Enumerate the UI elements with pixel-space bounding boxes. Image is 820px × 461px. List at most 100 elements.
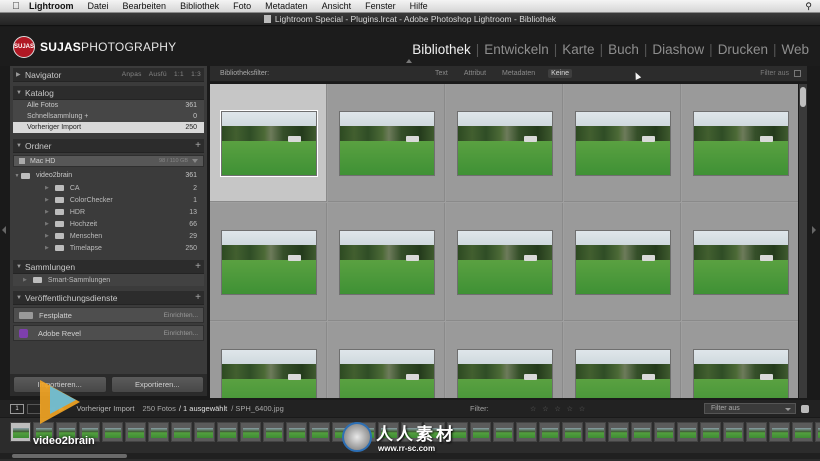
- menu-metadaten[interactable]: Metadaten: [258, 1, 315, 11]
- menu-foto[interactable]: Foto: [226, 1, 258, 11]
- filmstrip-scroll-thumb[interactable]: [12, 454, 127, 458]
- filmstrip-frame[interactable]: [516, 422, 537, 442]
- setup-button[interactable]: Einrichten...: [164, 330, 198, 337]
- grid-cell[interactable]: [446, 203, 563, 321]
- spotlight-icon[interactable]: ⚲: [805, 1, 812, 12]
- volume-mac-hd[interactable]: Mac HD 98 / 110 GB: [13, 155, 204, 167]
- photo-thumbnail[interactable]: [693, 349, 789, 398]
- photo-thumbnail[interactable]: [457, 111, 553, 176]
- catalog-row-quick[interactable]: Schnellsammlung + 0: [13, 111, 204, 122]
- photo-thumbnail[interactable]: [693, 111, 789, 176]
- service-adobe-revel[interactable]: Adobe Revel Einrichten...: [13, 325, 204, 341]
- module-entwickeln[interactable]: Entwickeln: [479, 42, 554, 57]
- filmstrip-frame[interactable]: [217, 422, 238, 442]
- filmstrip-frame[interactable]: [562, 422, 583, 442]
- folder-item[interactable]: ▶ ColorChecker 1: [13, 194, 204, 206]
- filmstrip-frame[interactable]: [102, 422, 123, 442]
- module-drucken[interactable]: Drucken: [713, 42, 773, 57]
- photo-thumbnail[interactable]: [575, 111, 671, 176]
- smart-collections-item[interactable]: ▶ Smart-Sammlungen: [13, 274, 204, 286]
- rating-filter-stars[interactable]: ☆ ☆ ☆ ☆ ☆: [530, 405, 587, 413]
- add-collection-icon[interactable]: +: [195, 261, 201, 272]
- folder-item[interactable]: ▶ CA 2: [13, 182, 204, 194]
- module-diashow[interactable]: Diashow: [647, 42, 709, 57]
- grid-cell[interactable]: [564, 84, 681, 202]
- photo-thumbnail[interactable]: [220, 110, 318, 177]
- setup-button[interactable]: Einrichten...: [164, 312, 198, 319]
- filmstrip-frame[interactable]: [539, 422, 560, 442]
- add-folder-icon[interactable]: +: [195, 140, 201, 151]
- catalog-header[interactable]: ▼ Katalog: [13, 86, 204, 100]
- menu-app[interactable]: Lightroom: [22, 1, 81, 11]
- folder-item[interactable]: ▶ Hochzeit 66: [13, 218, 204, 230]
- grid-cell[interactable]: [328, 322, 445, 398]
- photo-thumbnail[interactable]: [221, 349, 317, 398]
- catalog-row-previous-import[interactable]: Vorheriger Import 250: [13, 122, 204, 133]
- scrollbar-thumb[interactable]: [800, 87, 806, 107]
- filter-tab-attribute[interactable]: Attribut: [461, 69, 489, 78]
- grid-cell[interactable]: [564, 322, 681, 398]
- filmstrip-frame[interactable]: [815, 422, 820, 442]
- grid-cell[interactable]: [210, 322, 327, 398]
- service-hard-drive[interactable]: Festplatte Einrichten...: [13, 307, 204, 323]
- filmstrip-frame[interactable]: [286, 422, 307, 442]
- filmstrip-frame[interactable]: [608, 422, 629, 442]
- selected-filename[interactable]: / SPH_6400.jpg: [231, 404, 284, 413]
- filter-tab-none[interactable]: Keine: [548, 69, 573, 78]
- filmstrip-frame[interactable]: [194, 422, 215, 442]
- filmstrip-frame[interactable]: [240, 422, 261, 442]
- photo-thumbnail[interactable]: [339, 349, 435, 398]
- filmstrip-frame[interactable]: [792, 422, 813, 442]
- module-buch[interactable]: Buch: [603, 42, 644, 57]
- filmstrip-frame[interactable]: [148, 422, 169, 442]
- filmstrip-frame[interactable]: [125, 422, 146, 442]
- photo-thumbnail[interactable]: [457, 349, 553, 398]
- apple-icon[interactable]: : [10, 1, 22, 12]
- menu-bibliothek[interactable]: Bibliothek: [173, 1, 226, 11]
- filmstrip-frame[interactable]: [677, 422, 698, 442]
- publish-header[interactable]: ▼ Veröffentlichungsdienste +: [13, 291, 204, 305]
- filmstrip-frame[interactable]: [769, 422, 790, 442]
- filmstrip-frame[interactable]: [723, 422, 744, 442]
- grid-cell[interactable]: [682, 203, 798, 321]
- grid-cell[interactable]: [328, 84, 445, 202]
- catalog-row-all[interactable]: Alle Fotos 361: [13, 100, 204, 111]
- filmstrip-frame[interactable]: [263, 422, 284, 442]
- menu-bearbeiten[interactable]: Bearbeiten: [116, 1, 174, 11]
- top-panel-toggle-icon[interactable]: [406, 59, 412, 63]
- grid-cell[interactable]: [446, 84, 563, 202]
- photo-thumbnail[interactable]: [457, 230, 553, 295]
- filmstrip-frame[interactable]: [746, 422, 767, 442]
- folders-header[interactable]: ▼ Ordner +: [13, 139, 204, 153]
- grid-cell[interactable]: [564, 203, 681, 321]
- module-karte[interactable]: Karte: [557, 42, 599, 57]
- zoom-1-1[interactable]: 1:1: [174, 71, 184, 78]
- export-button[interactable]: Exportieren...: [110, 376, 204, 393]
- lock-icon[interactable]: [794, 70, 801, 77]
- grid-cell[interactable]: [446, 322, 563, 398]
- filmstrip-frame[interactable]: [10, 422, 31, 442]
- filmstrip-frame[interactable]: [171, 422, 192, 442]
- grid-cell[interactable]: [682, 84, 798, 202]
- filmstrip-frame[interactable]: [700, 422, 721, 442]
- filmstrip-frame[interactable]: [309, 422, 330, 442]
- module-bibliothek[interactable]: Bibliothek: [407, 42, 476, 57]
- filmstrip-frame[interactable]: [585, 422, 606, 442]
- grid-cell[interactable]: [210, 203, 327, 321]
- folder-root[interactable]: ▼ video2brain 361: [13, 169, 204, 182]
- photo-thumbnail[interactable]: [221, 230, 317, 295]
- photo-thumbnail[interactable]: [339, 230, 435, 295]
- folder-item[interactable]: ▶ Timelapse 250: [13, 242, 204, 254]
- filmstrip-frame[interactable]: [654, 422, 675, 442]
- filter-preset[interactable]: Filter aus: [760, 70, 789, 77]
- photo-thumbnail[interactable]: [693, 230, 789, 295]
- zoom-1-3[interactable]: 1:3: [191, 71, 201, 78]
- folder-item[interactable]: ▶ HDR 13: [13, 206, 204, 218]
- grid-cell[interactable]: [682, 322, 798, 398]
- photo-thumbnail[interactable]: [575, 349, 671, 398]
- add-service-icon[interactable]: +: [195, 292, 201, 303]
- primary-window-button[interactable]: 1: [10, 403, 24, 414]
- left-panel-toggle-icon[interactable]: [2, 226, 6, 234]
- folder-item[interactable]: ▶ Menschen 29: [13, 230, 204, 242]
- filter-select[interactable]: Filter aus: [704, 403, 796, 414]
